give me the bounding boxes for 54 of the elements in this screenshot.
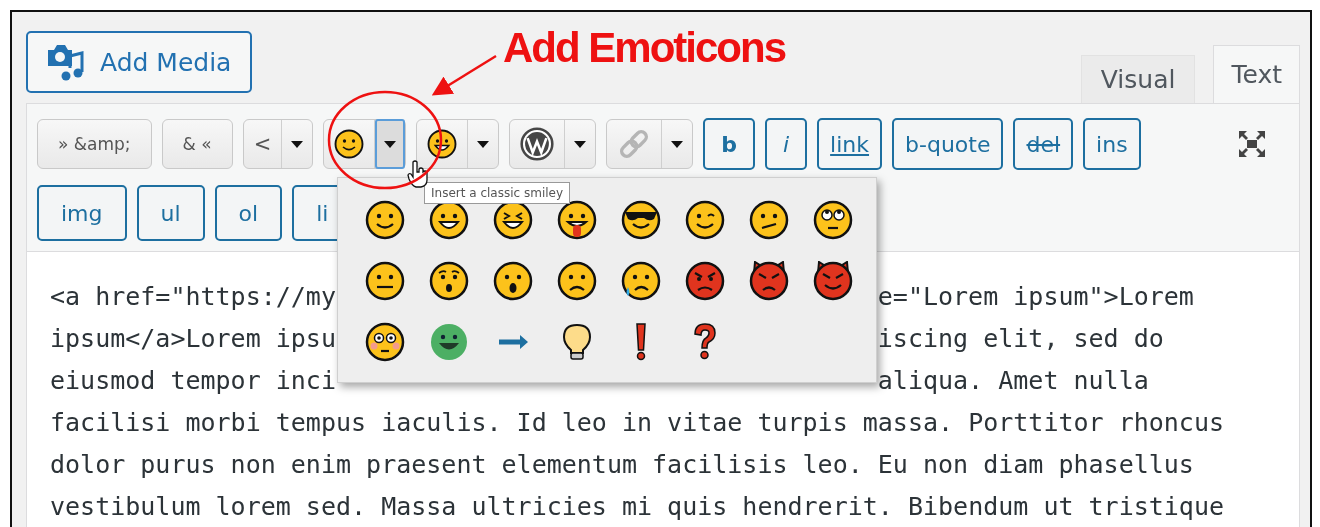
w-logo-icon	[520, 127, 555, 161]
smiling-face-icon[interactable]	[363, 198, 407, 242]
bracket-button[interactable]: <	[243, 120, 283, 168]
hand-cursor-icon	[407, 160, 429, 188]
tongue-face-icon[interactable]	[555, 198, 599, 242]
caret-icon	[671, 140, 684, 148]
annotation-arrow	[431, 54, 497, 96]
caret-icon	[574, 140, 587, 148]
angry-face-icon[interactable]	[683, 259, 727, 303]
caret-icon	[477, 140, 490, 148]
tag-button[interactable]: ul	[136, 185, 205, 241]
code-text: facilisi morbi tempus iaculis. Id leo in vitae turpis massa. Porttitor rhoncus	[50, 408, 1224, 437]
tag-button[interactable]: b-quote	[892, 118, 1004, 170]
frowning-face-icon[interactable]	[555, 259, 599, 303]
tooltip: Insert a classic smiley	[424, 182, 571, 204]
confused-face-icon[interactable]	[747, 198, 791, 242]
tag-button[interactable]: link	[817, 118, 883, 170]
fullscreen-icon[interactable]	[1239, 131, 1265, 157]
hushed-face-icon[interactable]	[427, 259, 471, 303]
code-text: e="Lorem ipsum">Lorem	[877, 281, 1194, 313]
neutral-face-icon[interactable]	[363, 259, 407, 303]
code-text: aliqua. Amet nulla	[877, 365, 1149, 397]
tag-button[interactable]: i	[765, 118, 808, 170]
sunglasses-face-icon[interactable]	[619, 198, 663, 242]
smiling-face-icon	[334, 129, 365, 159]
tag-button[interactable]: del	[1013, 118, 1074, 170]
camera-music-icon	[46, 42, 86, 82]
code-text: vestibulum lorem sed. Massa ultricies mi quis hendrerit. Bibendum ut tristique	[50, 492, 1224, 521]
editor-tab[interactable]: Text	[1213, 45, 1300, 103]
editor-tab[interactable]: Visual	[1080, 55, 1196, 103]
astonished-face-icon[interactable]	[491, 259, 535, 303]
tag-button[interactable]: b	[703, 118, 755, 170]
flushed-face-icon[interactable]	[363, 320, 407, 364]
grinning-face-icon	[427, 129, 458, 159]
quote-button[interactable]: & «	[161, 119, 233, 169]
code-text: ipsum</a>Lorem ipsu	[50, 324, 336, 353]
dropdown-button[interactable]	[375, 119, 406, 169]
horned-angry-face-icon[interactable]	[747, 259, 791, 303]
tag-button[interactable]: img	[37, 185, 127, 241]
crying-face-icon[interactable]	[619, 259, 663, 303]
code-text: iscing elit, sed do	[877, 323, 1164, 355]
code-text: <a href="https://my	[50, 282, 336, 311]
quote-button[interactable]: » &amp;	[37, 119, 152, 169]
eye-rolling-face-icon[interactable]	[811, 198, 855, 242]
annotation-text: Add Emoticons	[503, 24, 785, 72]
winking-face-icon[interactable]	[683, 198, 727, 242]
add-media-button[interactable]: Add Media	[26, 31, 252, 93]
horned-smiling-face-icon[interactable]	[811, 259, 855, 303]
caret-icon	[384, 140, 397, 148]
caret-icon	[291, 140, 304, 148]
tag-button[interactable]: ins	[1083, 118, 1141, 170]
code-text: dolor purus non enim praesent elementum facilisis leo. Eu non diam phasellus	[50, 450, 1194, 479]
tag-button[interactable]: ol	[214, 185, 283, 241]
code-text: eiusmod tempor inci	[50, 366, 336, 395]
